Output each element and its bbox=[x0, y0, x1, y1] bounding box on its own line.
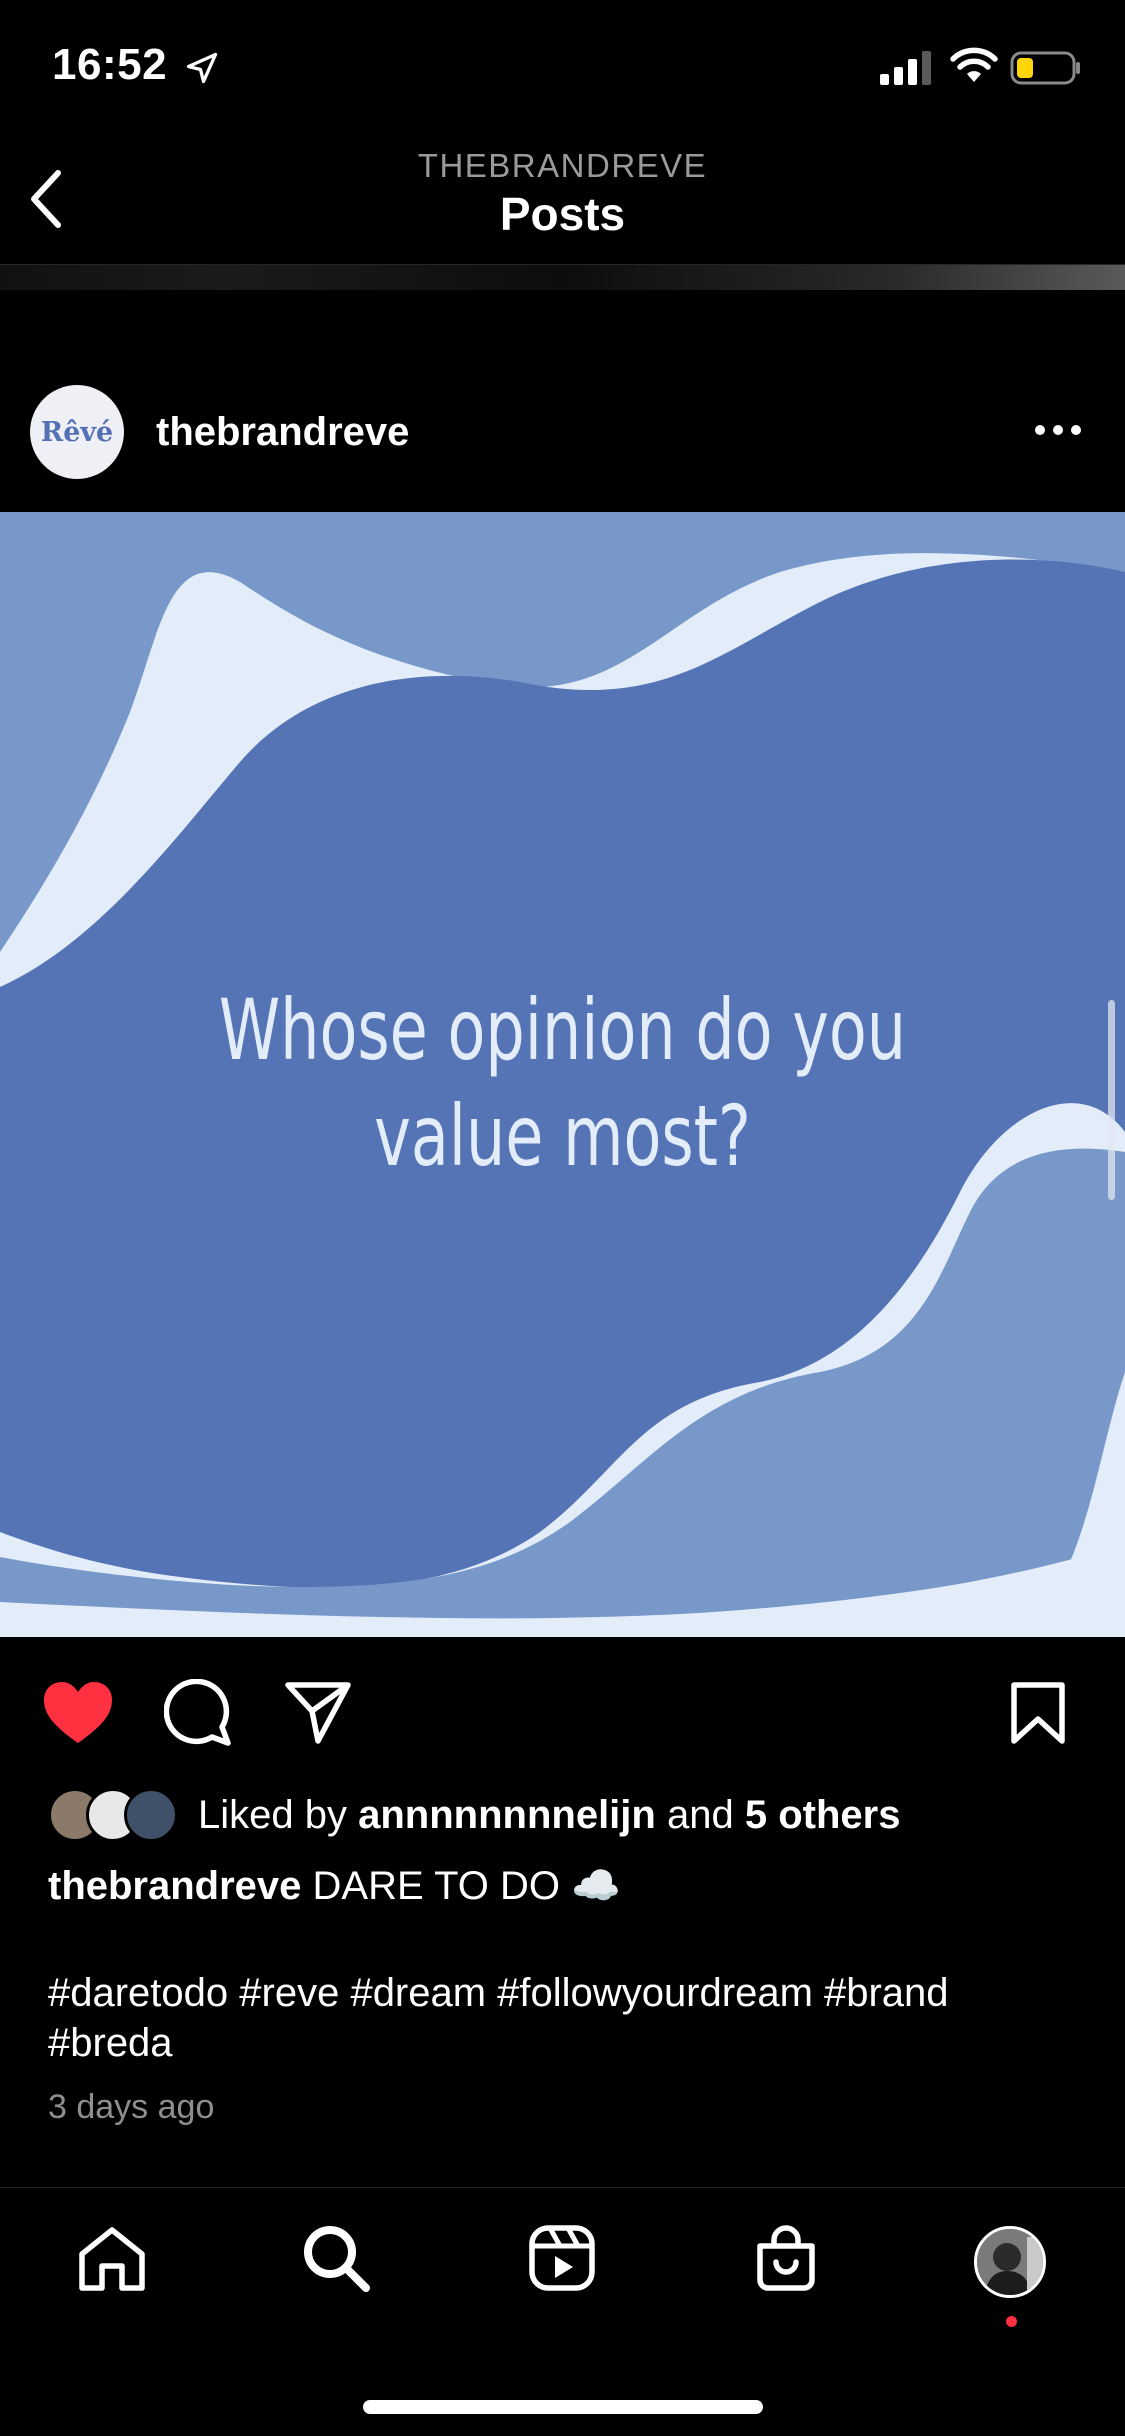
tab-home[interactable] bbox=[72, 2218, 152, 2298]
caption-username[interactable]: thebrandreve bbox=[48, 1864, 301, 1908]
likes-conjunction: and bbox=[666, 1793, 734, 1837]
likes-text: Liked by annnnnnnnelijn and 5 others bbox=[198, 1793, 900, 1838]
comment-icon bbox=[164, 1679, 231, 1746]
bottom-tab-bar bbox=[0, 2187, 1125, 2436]
status-time: 16:52 bbox=[52, 40, 168, 89]
hashtags-line-1[interactable]: #daretodo #reve #dream #followyourdream … bbox=[48, 1968, 1088, 2018]
likes-prefix: Liked by bbox=[198, 1793, 347, 1837]
page-title: Posts bbox=[499, 188, 626, 240]
cellular-signal-icon bbox=[880, 51, 931, 85]
home-indicator[interactable] bbox=[363, 2400, 763, 2414]
post-quote-line-2: value most? bbox=[374, 1087, 751, 1185]
page: 16:52 THEBRANDREVE Posts Rêvé thebrandre… bbox=[0, 0, 1125, 2436]
tab-shop[interactable] bbox=[746, 2218, 826, 2298]
post-timestamp: 3 days ago bbox=[48, 2088, 215, 2126]
post-author-avatar[interactable]: Rêvé bbox=[30, 385, 124, 479]
liked-by-avatars bbox=[48, 1788, 188, 1842]
more-options-button[interactable] bbox=[1030, 410, 1086, 450]
ellipsis-icon bbox=[1035, 425, 1081, 435]
profile-avatar-image bbox=[977, 2229, 1043, 2295]
wifi-icon bbox=[950, 47, 998, 82]
post-image[interactable]: Whose opinion do you value most? bbox=[0, 512, 1125, 1637]
post-header: Rêvé thebrandreve bbox=[0, 380, 1125, 485]
comment-button[interactable] bbox=[162, 1679, 234, 1747]
post-quote: Whose opinion do you value most? bbox=[101, 977, 1024, 1189]
nav-subtitle: THEBRANDREVE bbox=[417, 147, 708, 184]
post-hashtags: #daretodo #reve #dream #followyourdream … bbox=[48, 1968, 1088, 2068]
cloud-emoji: ☁️ bbox=[571, 1864, 621, 1908]
caption-text: DARE TO DO bbox=[312, 1864, 561, 1908]
liker-avatar bbox=[124, 1788, 178, 1842]
reels-icon bbox=[529, 2225, 595, 2291]
bookmark-icon bbox=[1011, 1682, 1065, 1744]
status-bar: 16:52 bbox=[0, 0, 1125, 135]
location-arrow-icon bbox=[186, 52, 218, 84]
share-button[interactable] bbox=[282, 1679, 354, 1747]
hashtags-line-2[interactable]: #breda bbox=[48, 2018, 1088, 2068]
tab-reels[interactable] bbox=[522, 2218, 602, 2298]
battery-icon bbox=[1010, 51, 1080, 85]
nav-header: THEBRANDREVE Posts bbox=[0, 135, 1125, 265]
like-button[interactable] bbox=[42, 1679, 114, 1747]
post-quote-line-1: Whose opinion do you bbox=[218, 981, 907, 1079]
likes-others[interactable]: 5 others bbox=[745, 1793, 901, 1837]
liker-username[interactable]: annnnnnnnelijn bbox=[358, 1793, 656, 1837]
previous-post-edge bbox=[0, 265, 1125, 290]
tab-profile[interactable] bbox=[974, 2226, 1046, 2298]
scroll-indicator[interactable] bbox=[1108, 1000, 1115, 1200]
home-icon bbox=[79, 2227, 145, 2291]
save-button[interactable] bbox=[1002, 1679, 1074, 1747]
profile-notification-dot bbox=[1006, 2316, 1017, 2327]
post-actions bbox=[0, 1665, 1125, 1755]
avatar-logo-text: Rêvé bbox=[40, 416, 114, 448]
search-icon bbox=[304, 2226, 370, 2292]
likes-row[interactable]: Liked by annnnnnnnelijn and 5 others bbox=[48, 1785, 1098, 1845]
post-caption: thebrandreve DARE TO DO ☁️ bbox=[48, 1862, 1088, 1909]
send-icon bbox=[285, 1682, 351, 1744]
post-username[interactable]: thebrandreve bbox=[156, 410, 409, 455]
shop-icon bbox=[757, 2225, 815, 2291]
heart-filled-icon bbox=[44, 1682, 112, 1743]
tab-search[interactable] bbox=[296, 2218, 376, 2298]
